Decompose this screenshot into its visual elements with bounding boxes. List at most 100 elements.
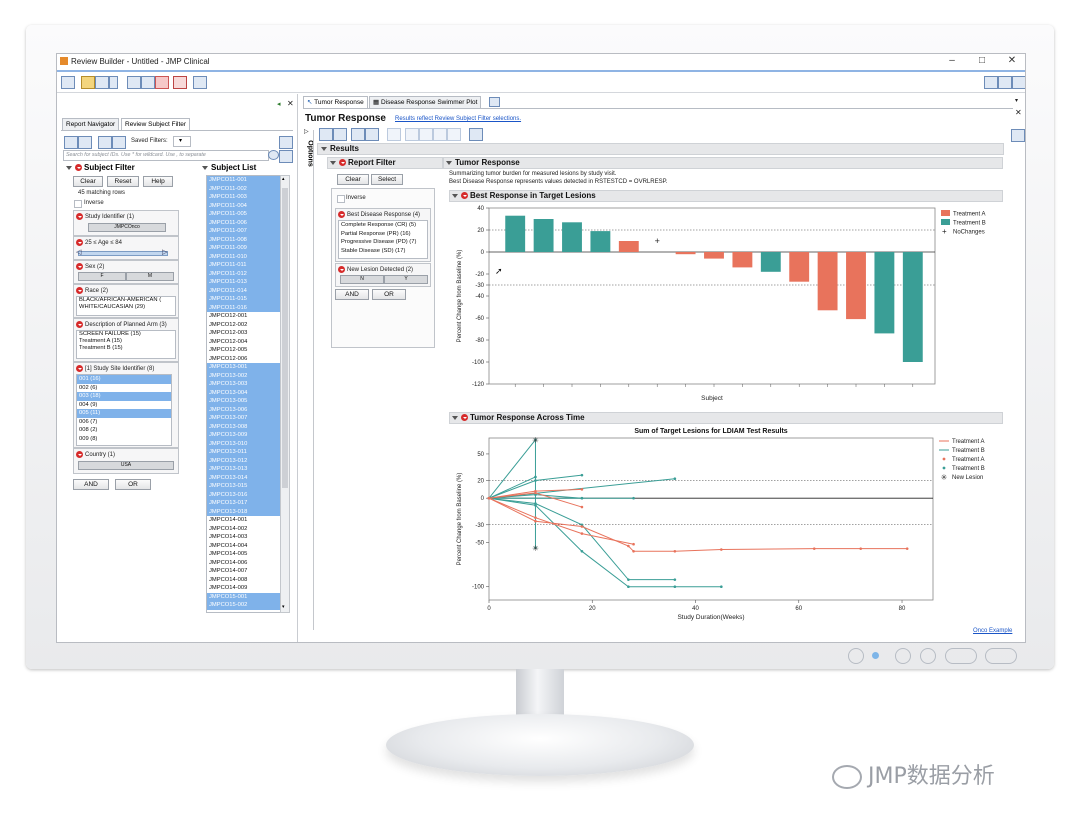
home-icon[interactable] (984, 76, 998, 89)
report-tool-icon[interactable] (433, 128, 447, 141)
red-menu-icon[interactable] (461, 192, 468, 200)
reset-button[interactable]: Reset (107, 176, 139, 187)
site-list-item[interactable]: 003 (18) (77, 392, 171, 401)
subject-list-item[interactable]: JMPCO13-016 (207, 490, 281, 499)
funnel-icon[interactable] (98, 136, 112, 149)
tab-close-icon[interactable]: ✕ (1015, 108, 1022, 117)
collapse-icon[interactable] (321, 146, 327, 151)
save-dropdown-icon[interactable] (109, 76, 118, 89)
open-icon[interactable] (81, 76, 95, 89)
site-list-item[interactable]: 006 (7) (77, 418, 171, 427)
site-list-item[interactable]: 008 (2) (77, 426, 171, 435)
subject-list[interactable]: JMPCO11-001 JMPCO11-002 JMPCO11-003 JMPCO11… (206, 175, 281, 613)
best-response-header[interactable]: Best Response in Target Lesions (449, 190, 1003, 202)
best-response-chart[interactable]: 40 20 0 -20 -30 -40 -60 -80 -100 -120 + Subject Perc… (451, 202, 1011, 412)
red-menu-icon[interactable] (461, 414, 468, 422)
subject-list-item[interactable]: JMPCO11-015 (207, 295, 281, 304)
subject-list-item[interactable]: JMPCO11-004 (207, 201, 281, 210)
collapse-icon[interactable] (66, 165, 72, 170)
subject-list-item[interactable]: JMPCO14-002 (207, 525, 281, 534)
subject-search-input[interactable]: Search for subject IDs. Use * for wildca… (63, 150, 269, 161)
subject-list-item[interactable]: JMPCO13-015 (207, 482, 281, 491)
table-icon[interactable] (141, 76, 155, 89)
subject-list-item[interactable]: JMPCO13-013 (207, 465, 281, 474)
report-or-button[interactable]: OR (372, 289, 406, 300)
subject-list-item[interactable]: JMPCO11-002 (207, 184, 281, 193)
subject-list-scrollbar[interactable]: ▴ ▾ (280, 175, 290, 613)
subject-list-item[interactable]: JMPCO14-003 (207, 533, 281, 542)
subject-list-item[interactable]: JMPCO12-001 (207, 312, 281, 321)
subject-list-item[interactable]: JMPCO11-001 (207, 176, 281, 185)
slider-left-handle[interactable]: ◁ (76, 248, 81, 256)
subject-list-item[interactable]: JMPCO13-008 (207, 422, 281, 431)
red-menu-icon[interactable] (76, 263, 83, 270)
report-and-button[interactable]: AND (335, 289, 369, 300)
tumor-response-header[interactable]: Tumor Response (443, 157, 1003, 169)
tab-tumor-response[interactable]: ↖ Tumor Response (303, 96, 368, 108)
subject-list-item[interactable]: JMPCO14-008 (207, 576, 281, 585)
site-list-item[interactable]: 001 (16) (77, 375, 171, 384)
search-clear-icon[interactable] (268, 150, 279, 160)
window-list-icon[interactable] (998, 76, 1012, 89)
subject-list-item[interactable]: JMPCO13-007 (207, 414, 281, 423)
results-header[interactable]: Results (317, 143, 1004, 155)
tab-report-navigator[interactable]: Report Navigator (62, 118, 120, 130)
subject-list-item[interactable]: JMPCO14-009 (207, 584, 281, 593)
site-list-item[interactable]: 004 (9) (77, 401, 171, 410)
list-item[interactable]: Treatment B (15) (77, 345, 175, 352)
settings-icon[interactable] (193, 76, 207, 89)
collapse-icon[interactable] (202, 165, 208, 170)
subject-list-item[interactable]: JMPCO13-005 (207, 397, 281, 406)
report-inverse-checkbox[interactable] (337, 195, 345, 203)
subject-list-item[interactable]: JMPCO13-011 (207, 448, 281, 457)
report-tool-icon[interactable] (319, 128, 333, 141)
expand-icon[interactable]: ▷ (304, 128, 309, 135)
subject-list-item[interactable]: JMPCO13-017 (207, 499, 281, 508)
collapse-icon[interactable] (330, 160, 336, 165)
and-button[interactable]: AND (73, 479, 109, 490)
stop-icon[interactable] (155, 76, 169, 89)
report-tool-icon[interactable] (419, 128, 433, 141)
report-tool-icon[interactable] (351, 128, 365, 141)
collapse-icon[interactable] (446, 160, 452, 165)
subject-list-item[interactable]: JMPCO13-003 (207, 380, 281, 389)
subject-list-item[interactable]: JMPCO11-016 (207, 303, 281, 312)
list-item[interactable]: Progressive Disease (PD) (7) (339, 238, 427, 247)
scrollbar-thumb[interactable] (282, 188, 288, 488)
red-menu-icon[interactable] (339, 159, 346, 167)
red-menu-icon[interactable] (76, 451, 83, 458)
options-strip[interactable]: ▷ Options (303, 128, 314, 172)
report-tool-icon[interactable] (333, 128, 347, 141)
list-item[interactable]: Treatment A (15) (77, 338, 175, 345)
list-item[interactable]: Complete Response (CR) (5) (339, 221, 427, 230)
subject-list-item[interactable]: JMPCO13-014 (207, 473, 281, 482)
subject-list-item[interactable]: JMPCO11-009 (207, 244, 281, 253)
subject-list-item[interactable]: JMPCO13-004 (207, 388, 281, 397)
subject-list-item[interactable]: JMPCO11-010 (207, 252, 281, 261)
sex-chip-f[interactable]: F (78, 272, 126, 281)
subject-list-item[interactable]: JMPCO12-003 (207, 329, 281, 338)
report-tool-icon[interactable] (365, 128, 379, 141)
site-list-item[interactable]: 009 (8) (77, 435, 171, 444)
minimize-button[interactable]: – (941, 55, 963, 66)
best-response-list[interactable]: Complete Response (CR) (5) Partial Respo… (338, 220, 428, 259)
subject-list-item[interactable]: JMPCO13-012 (207, 456, 281, 465)
report-tool-icon[interactable] (387, 128, 401, 141)
or-button[interactable]: OR (115, 479, 151, 490)
country-chip[interactable]: USA (78, 461, 174, 470)
subject-list-item[interactable]: JMPCO13-009 (207, 431, 281, 440)
subject-list-title[interactable]: Subject List (202, 163, 256, 172)
report-clear-button[interactable]: Clear (337, 174, 369, 185)
red-menu-icon[interactable] (76, 239, 83, 246)
subject-list-item[interactable]: JMPCO11-006 (207, 218, 281, 227)
new-tab-icon[interactable] (489, 97, 500, 107)
list-item[interactable]: SCREEN FAILURE (15) (77, 331, 175, 338)
red-menu-icon[interactable] (75, 164, 82, 172)
subject-list-item[interactable]: JMPCO11-013 (207, 278, 281, 287)
subject-list-item[interactable]: JMPCO11-007 (207, 227, 281, 236)
save-icon[interactable] (95, 76, 109, 89)
list-item[interactable]: WHITE/CAUCASIAN (29) (77, 304, 175, 311)
response-across-time-header[interactable]: Tumor Response Across Time (449, 412, 1003, 424)
maximize-button[interactable]: □ (971, 55, 993, 66)
red-menu-icon[interactable] (76, 287, 83, 294)
